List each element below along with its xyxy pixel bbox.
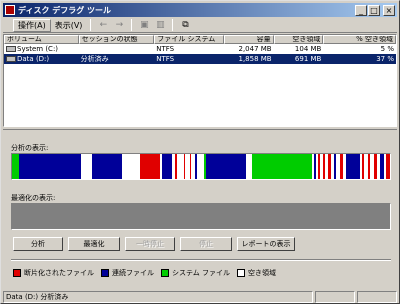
title-bar[interactable]: ディスク デフラグ ツール _ □ ×	[3, 3, 397, 17]
analysis-display	[11, 153, 391, 180]
col-volume[interactable]: ボリューム	[4, 35, 79, 44]
window-title: ディスク デフラグ ツール	[18, 5, 112, 15]
defragment-button[interactable]: 最適化	[68, 237, 120, 251]
view-icon[interactable]: ▥	[153, 19, 167, 31]
menu-bar: 操作(A) 表示(V) ← → ▣ ▥ ⧉	[3, 18, 397, 33]
col-percent-free[interactable]: % 空き領域	[323, 35, 396, 44]
menu-action[interactable]: 操作(A)	[13, 18, 51, 32]
view-report-button[interactable]: レポートの表示	[237, 237, 295, 251]
divider	[11, 259, 391, 261]
minimize-button[interactable]: _	[355, 4, 367, 16]
volume-list-header: ボリューム セッションの状態 ファイル システム 容量 空き領域 % 空き領域	[4, 35, 396, 44]
col-session-status[interactable]: セッションの状態	[78, 35, 155, 44]
volume-row-d[interactable]: Data (D:) 分析済み NTFS 1,858 MB 691 MB 37 %	[4, 54, 396, 64]
col-free-space[interactable]: 空き領域	[273, 35, 324, 44]
defrag-window: ディスク デフラグ ツール _ □ × 操作(A) 表示(V) ← → ▣ ▥ …	[0, 0, 400, 304]
contiguous-swatch	[101, 269, 109, 277]
fragmented-swatch	[13, 269, 21, 277]
legend: 断片化されたファイル 連続ファイル システム ファイル 空き領域	[13, 268, 279, 278]
col-file-system[interactable]: ファイル システム	[154, 35, 224, 44]
system-swatch	[161, 269, 169, 277]
menu-view[interactable]: 表示(V)	[51, 20, 87, 31]
volume-row-c[interactable]: System (C:) NTFS 2,047 MB 104 MB 5 %	[4, 44, 396, 54]
analyze-button[interactable]: 分析	[13, 237, 63, 251]
maximize-button[interactable]: □	[368, 4, 380, 16]
up-folder-icon[interactable]: ▣	[137, 19, 151, 31]
close-button[interactable]: ×	[383, 4, 395, 16]
analysis-label: 分析の表示:	[11, 144, 49, 152]
forward-icon[interactable]: →	[112, 19, 126, 31]
free-swatch	[237, 269, 246, 277]
volume-list[interactable]: ボリューム セッションの状態 ファイル システム 容量 空き領域 % 空き領域 …	[3, 34, 397, 127]
status-bar: Data (D:) 分析済み	[3, 291, 397, 303]
drive-icon	[6, 46, 16, 52]
help-icon[interactable]: ⧉	[178, 19, 192, 31]
defrag-label: 最適化の表示:	[11, 194, 56, 202]
stop-button[interactable]: 停止	[180, 237, 232, 251]
defrag-panel: 分析の表示: 最適化の表示: 分析 最適化 一時停止 停止 レポートの表示 断片…	[3, 129, 397, 291]
status-text: Data (D:) 分析済み	[3, 291, 313, 303]
action-buttons: 分析 最適化 一時停止 停止 レポートの表示	[13, 237, 295, 251]
back-icon[interactable]: ←	[96, 19, 110, 31]
defrag-display	[11, 203, 391, 230]
pause-button[interactable]: 一時停止	[125, 237, 175, 251]
drive-icon	[6, 56, 16, 62]
col-capacity[interactable]: 容量	[223, 35, 274, 44]
defrag-app-icon	[5, 5, 15, 15]
